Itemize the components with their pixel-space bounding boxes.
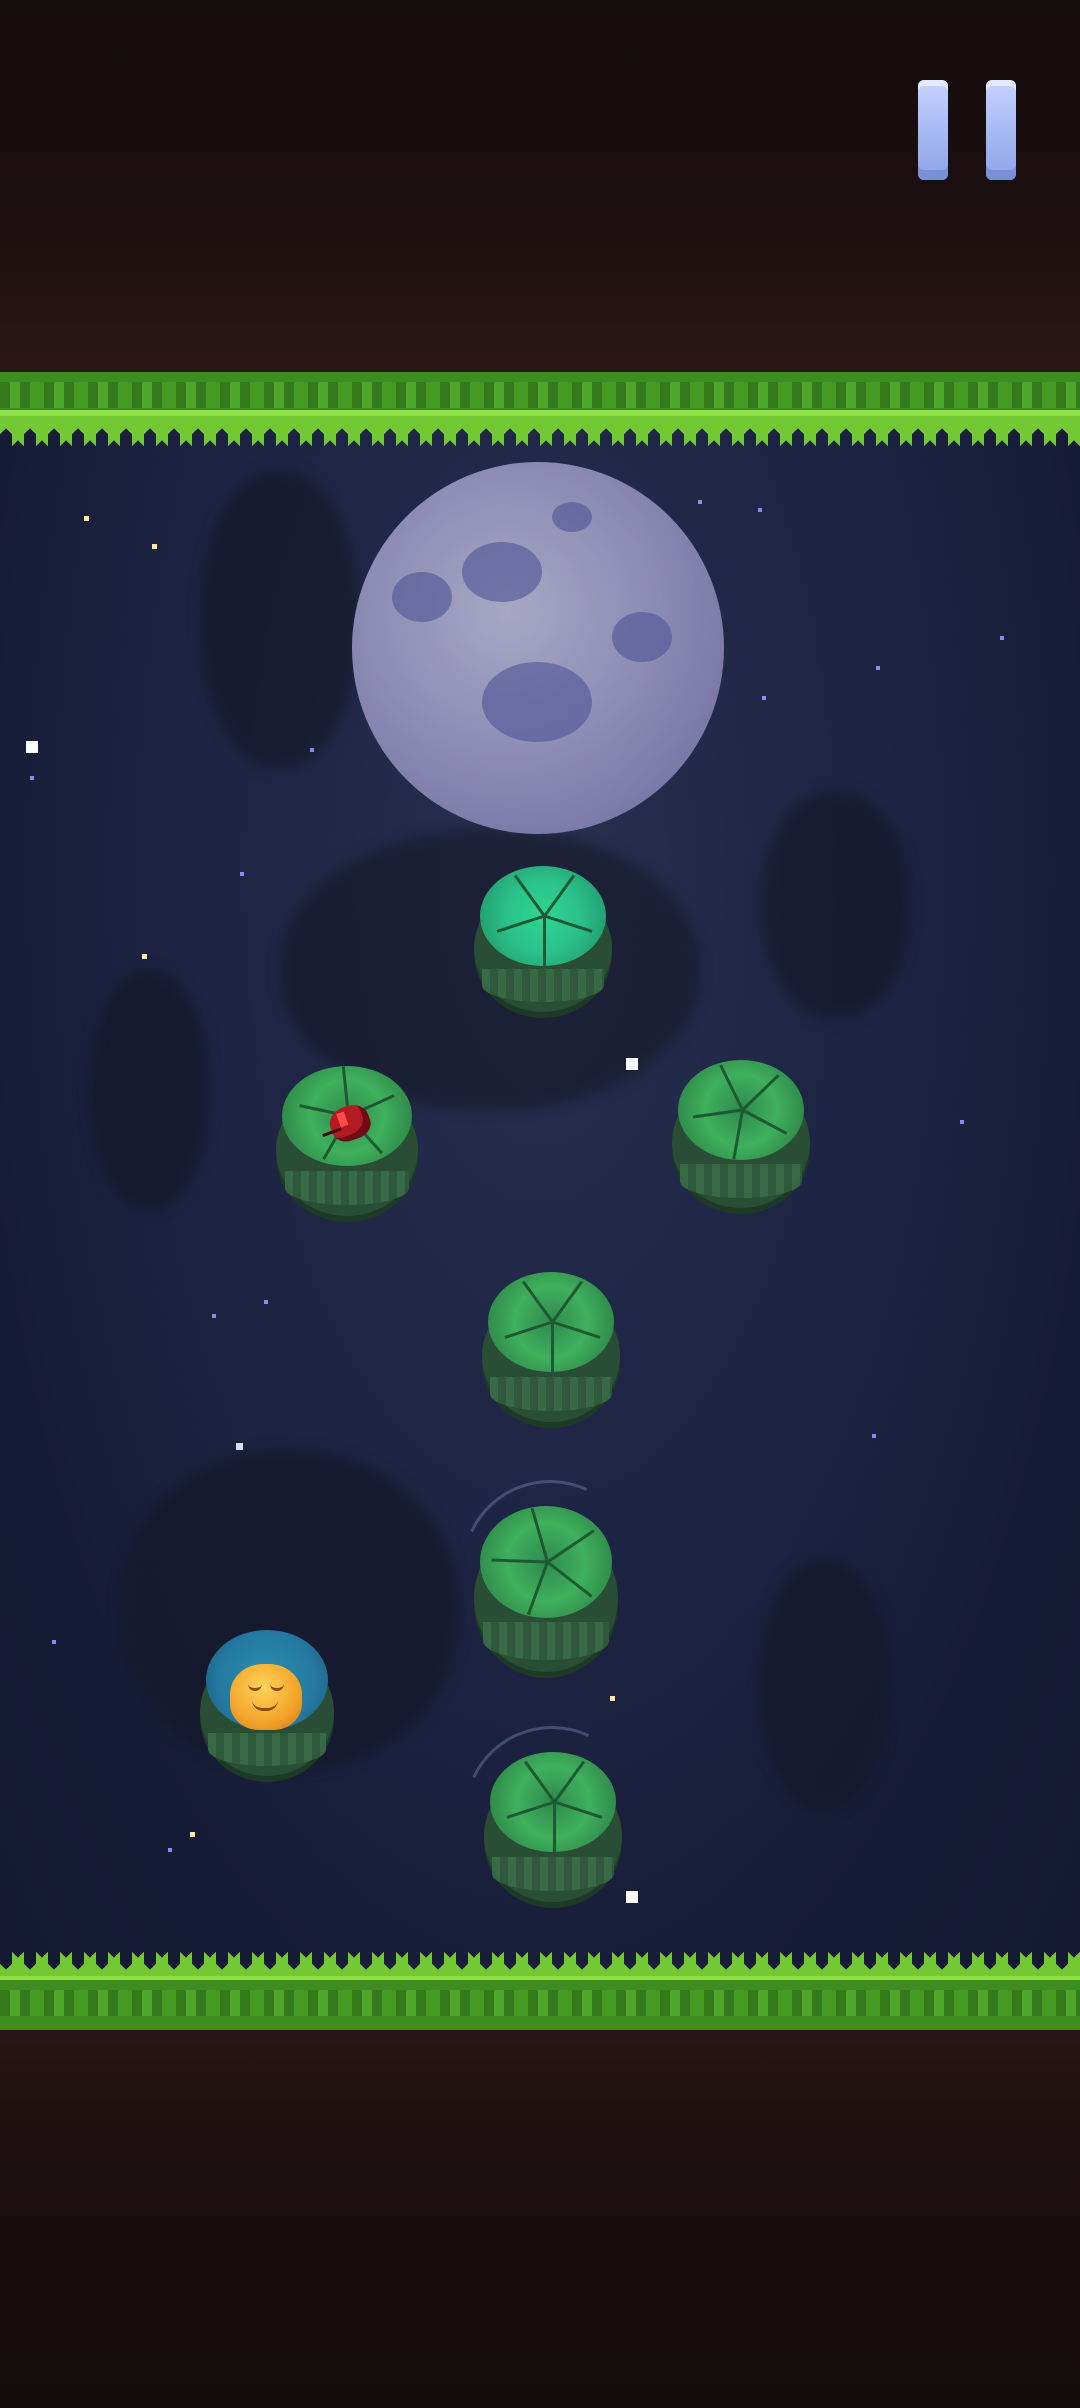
moon-crater [482, 662, 592, 742]
lily-pad-leaf [678, 1060, 804, 1160]
star [26, 741, 38, 753]
grass-pattern [0, 382, 1080, 408]
leaf-vein [741, 1108, 788, 1135]
leaf-vein [732, 1109, 744, 1160]
star [758, 508, 762, 512]
leaf-vein [551, 1322, 554, 1372]
leaf-vein [553, 1802, 556, 1852]
star [264, 1300, 268, 1304]
moon [352, 462, 724, 834]
star [872, 1434, 876, 1438]
bottom-soil [0, 2020, 1080, 2408]
cloud-shadow [760, 1560, 890, 1810]
game-scene[interactable] [0, 0, 1080, 2408]
star [84, 516, 89, 521]
leaf-vein [521, 1280, 554, 1323]
lily-pad[interactable] [474, 1506, 618, 1672]
leaf-vein [546, 1529, 595, 1564]
star [626, 1058, 638, 1070]
star [626, 1891, 638, 1903]
leaf-vein [543, 874, 576, 917]
star [152, 544, 157, 549]
star [190, 1832, 195, 1837]
leaf-vein [543, 916, 546, 966]
star [168, 1848, 172, 1852]
star [876, 666, 880, 670]
lily-pad-leaf [480, 1506, 612, 1618]
star [698, 500, 702, 504]
star [212, 1314, 216, 1318]
leaf-vein [523, 1760, 556, 1803]
moon-crater [612, 612, 672, 662]
star [310, 748, 314, 752]
lily-pad[interactable] [482, 1272, 620, 1422]
leaf-vein [741, 1074, 780, 1112]
frog-eye [270, 1682, 284, 1691]
lily-pad-leaf [488, 1272, 614, 1372]
star [142, 954, 147, 959]
star [762, 696, 766, 700]
star [1000, 636, 1004, 640]
moon-crater [462, 542, 542, 602]
leaf-vein [496, 914, 545, 933]
leaf-vein [513, 874, 546, 917]
cloud-shadow [200, 470, 360, 770]
moon-crater [552, 502, 592, 532]
star [52, 1640, 56, 1644]
frog-mouth [252, 1700, 278, 1711]
top-grass-fringe [0, 416, 1080, 452]
leaf-vein [546, 1560, 593, 1598]
frog-player[interactable] [230, 1664, 302, 1730]
leaf-vein [526, 1561, 549, 1616]
frog-eye [248, 1682, 262, 1691]
leaf-vein [719, 1064, 744, 1111]
lily-pad-leaf [490, 1752, 616, 1852]
moon-crater [392, 572, 452, 622]
top-soil [0, 0, 1080, 380]
lily-pad-leaf [480, 866, 606, 966]
cloud-shadow [760, 790, 910, 1020]
star [30, 776, 34, 780]
pause-bar-right [986, 80, 1016, 180]
star [610, 1696, 615, 1701]
pause-bar-left [918, 80, 948, 180]
leaf-vein [554, 1800, 603, 1819]
leaf-vein [551, 1280, 584, 1323]
pause-button[interactable] [910, 74, 1028, 186]
leaf-vein [491, 1558, 548, 1564]
star [240, 872, 244, 876]
bottom-grass-border [0, 1980, 1080, 2030]
grass-pattern [0, 1990, 1080, 2016]
leaf-vein [544, 914, 593, 933]
lily-pad[interactable] [474, 866, 612, 1012]
star [236, 1443, 243, 1450]
leaf-vein [692, 1108, 743, 1119]
lily-pad[interactable] [484, 1752, 622, 1902]
leaf-vein [506, 1800, 555, 1819]
leaf-vein [552, 1320, 601, 1339]
leaf-vein [504, 1320, 553, 1339]
leaf-vein [530, 1507, 549, 1563]
lily-pad[interactable] [672, 1060, 810, 1208]
star [960, 1120, 964, 1124]
cloud-shadow [90, 970, 210, 1210]
leaf-vein [553, 1760, 586, 1803]
